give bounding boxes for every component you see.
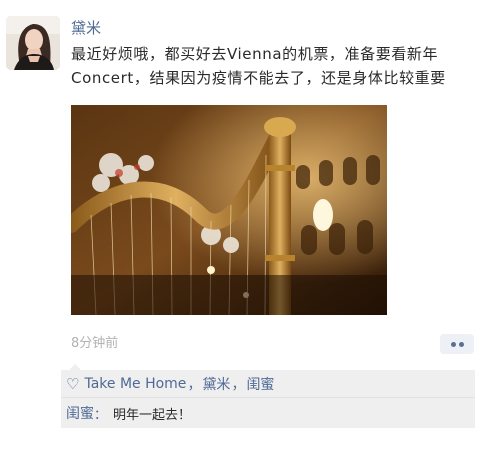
post-photo[interactable] <box>71 105 387 315</box>
more-actions-button[interactable] <box>440 334 474 354</box>
likes-row: ♡ Take Me Home ， 黛米 ， 闺蜜 <box>61 370 475 398</box>
comment-text: 明年一起去！ <box>113 407 192 423</box>
comment-author[interactable]: 闺蜜 <box>66 403 94 423</box>
avatar[interactable] <box>6 16 60 70</box>
moments-post: 黛米 最近好烦哦，都买好去Vienna的机票，准备要看新年 Concert，结果… <box>0 0 480 454</box>
more-dots-icon <box>450 341 464 347</box>
like-name[interactable]: Take Me Home <box>84 376 186 392</box>
comment-item[interactable]: 闺蜜 ： 明年一起去！ <box>66 403 191 423</box>
concert-hall-harp-image <box>71 105 387 315</box>
likes-comments-box: ♡ Take Me Home ， 黛米 ， 闺蜜 闺蜜 ： 明年一起去！ <box>61 364 475 428</box>
post-author-name[interactable]: 黛米 <box>71 18 101 38</box>
avatar-image <box>6 16 60 70</box>
heart-outline-icon: ♡ <box>66 374 80 393</box>
post-content: 最近好烦哦，都买好去Vienna的机票，准备要看新年 Concert，结果因为疫… <box>71 45 446 87</box>
like-name[interactable]: 闺蜜 <box>246 374 274 394</box>
post-timestamp: 8分钟前 <box>71 336 119 351</box>
like-separator: ， <box>231 376 246 393</box>
like-separator: ， <box>187 376 202 393</box>
comment-colon: ： <box>94 407 108 423</box>
like-name[interactable]: 黛米 <box>202 374 230 394</box>
